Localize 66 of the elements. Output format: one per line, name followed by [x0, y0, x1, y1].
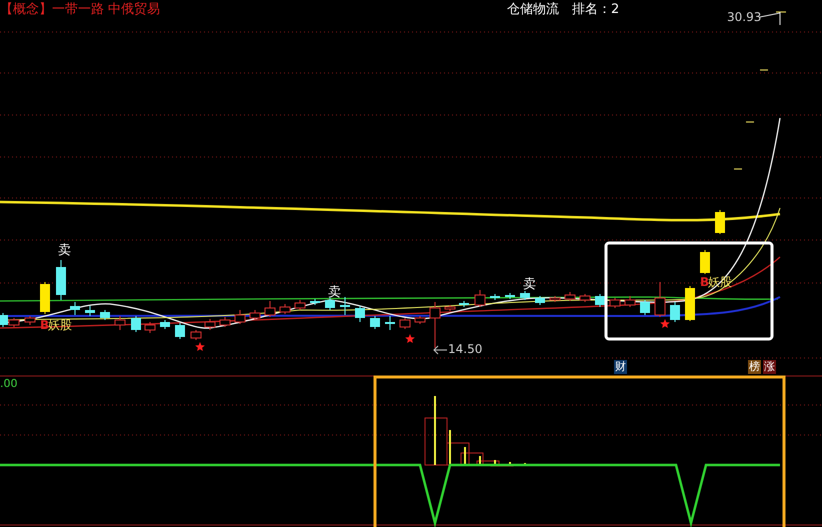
candlestick	[700, 250, 710, 274]
stock-name: 仓储物流	[507, 1, 559, 18]
candlestick	[685, 286, 695, 322]
candlestick	[474, 290, 486, 308]
candlestick	[355, 306, 365, 322]
candlestick	[535, 296, 545, 306]
candlestick	[595, 294, 605, 308]
candlestick	[430, 302, 440, 348]
candlestick	[414, 316, 426, 324]
arrow-icon	[760, 12, 786, 26]
price-label: 14.50	[448, 342, 482, 356]
candlestick	[580, 294, 590, 302]
sector-title: 【概念】一带一路 中俄贸易	[0, 1, 160, 18]
candlestick	[564, 292, 576, 302]
candlestick	[131, 316, 141, 332]
candlestick	[100, 310, 110, 320]
candlestick	[234, 310, 246, 324]
candlestick	[670, 302, 680, 322]
candlestick	[280, 304, 290, 314]
candlestick	[70, 302, 80, 316]
signal-label: 卖	[328, 285, 341, 301]
candlestick	[325, 298, 335, 310]
candlestick	[444, 304, 456, 312]
candlestick	[459, 300, 469, 308]
candlestick	[520, 290, 530, 300]
candlestick	[220, 316, 230, 328]
candlestick	[40, 282, 50, 314]
candlestick	[144, 322, 156, 334]
candlestick	[310, 298, 320, 306]
candlestick	[56, 260, 66, 300]
arrow-icon	[433, 346, 448, 354]
indicator-value: .00	[0, 377, 18, 390]
star-icon	[660, 319, 670, 328]
tag-badge: 榜	[748, 360, 761, 374]
candlestick	[370, 316, 380, 330]
price-label: 30.93	[727, 10, 762, 24]
candlestick	[85, 306, 95, 316]
candlestick	[24, 316, 36, 326]
signal-letter: B	[700, 274, 710, 290]
candlestick	[190, 330, 202, 340]
candlestick	[640, 300, 650, 316]
candlestick	[340, 296, 350, 316]
candlestick	[550, 296, 560, 302]
tag-badge: 涨	[763, 360, 776, 374]
candlestick	[654, 282, 666, 318]
candlestick	[610, 298, 620, 308]
signal-label: 卖	[58, 243, 71, 259]
candlestick	[624, 296, 636, 308]
price-tick-mark	[734, 168, 742, 170]
candlestick	[400, 318, 410, 330]
candlestick	[715, 210, 725, 234]
candlestick	[385, 316, 395, 330]
candlestick	[264, 300, 276, 318]
candlestick	[505, 292, 515, 300]
tag-badge: 财	[614, 360, 627, 374]
candlestick	[175, 322, 185, 340]
signal-label: 卖	[523, 277, 536, 293]
candlestick	[204, 318, 216, 330]
candlestick	[250, 310, 260, 320]
candlestick	[114, 316, 126, 330]
candlestick	[160, 320, 170, 330]
star-icon	[195, 342, 205, 351]
candlestick	[294, 300, 306, 310]
star-icon	[405, 334, 415, 343]
rank-label: 排名：2	[572, 1, 620, 18]
candlestick	[490, 294, 500, 300]
